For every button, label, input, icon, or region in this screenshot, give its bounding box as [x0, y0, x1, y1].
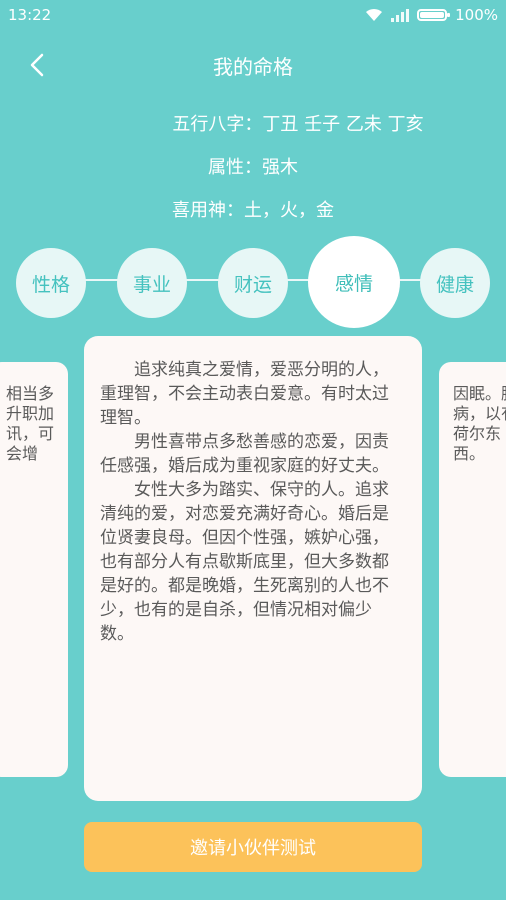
status-bar: 13:22 100%	[0, 0, 506, 30]
status-time: 13:22	[8, 6, 52, 24]
wifi-icon	[366, 8, 383, 21]
prev-card-text: 相当多升职加讯，可会增	[6, 384, 55, 463]
tab-health[interactable]: 健康	[420, 248, 490, 318]
signal-icon	[391, 8, 410, 22]
back-button[interactable]	[24, 52, 50, 78]
destiny-info: 五行八字：丁丑 壬子 乙未 丁亥 属性：强木 喜用神：土，火，金	[0, 110, 506, 239]
page-title: 我的命格	[213, 54, 293, 79]
next-card[interactable]: 因眠。豚病，以有荷尔东西。	[439, 362, 506, 777]
attribute-row: 属性：强木	[208, 157, 298, 178]
battery-icon	[417, 9, 451, 21]
chevron-left-icon	[30, 53, 44, 77]
category-tabs: 性格 事业 财运 感情 健康	[0, 236, 506, 328]
tab-love[interactable]: 感情	[308, 236, 400, 328]
header: 我的命格	[0, 40, 506, 90]
next-card-text: 因眠。豚病，以有荷尔东西。	[453, 384, 506, 463]
bazi-row: 五行八字：丁丑 壬子 乙未 丁亥	[172, 114, 424, 135]
tab-personality[interactable]: 性格	[16, 248, 86, 318]
battery-level: 100%	[455, 6, 498, 24]
favorable-row: 喜用神：土，火，金	[172, 200, 334, 221]
tab-wealth[interactable]: 财运	[218, 248, 288, 318]
prev-card[interactable]: 相当多升职加讯，可会增	[0, 362, 68, 777]
love-card: 追求纯真之爱情，爱恶分明的人，重理智，不会主动表白爱意。有时太过理智。 男性喜带…	[84, 336, 422, 801]
invite-friends-button[interactable]: 邀请小伙伴测试	[84, 822, 422, 872]
card-paragraph: 女性大多为踏实、保守的人。追求清纯的爱，对恋爱充满好奇心。婚后是位贤妻良母。但因…	[100, 480, 389, 644]
card-paragraph: 男性喜带点多愁善感的恋爱，因责任感强，婚后成为重视家庭的好丈夫。	[100, 432, 389, 476]
tab-career[interactable]: 事业	[117, 248, 187, 318]
status-icons: 100%	[365, 6, 498, 24]
card-paragraph: 追求纯真之爱情，爱恶分明的人，重理智，不会主动表白爱意。有时太过理智。	[100, 360, 389, 428]
